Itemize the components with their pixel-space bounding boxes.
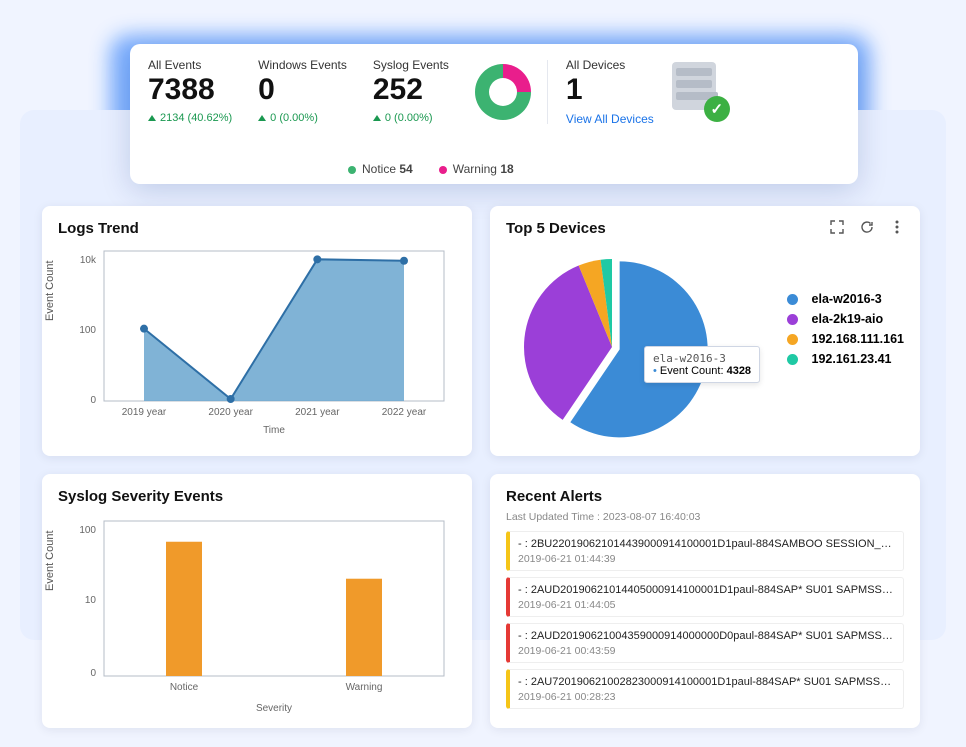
svg-text:Severity: Severity — [256, 703, 292, 714]
stat-value: 252 — [373, 74, 449, 106]
refresh-icon[interactable] — [858, 218, 876, 236]
svg-text:100: 100 — [79, 325, 96, 336]
alert-item[interactable]: - : 2AU720190621002823000914100001D1paul… — [506, 669, 904, 709]
svg-text:Warning: Warning — [346, 682, 383, 693]
stat-delta: 0 (0.00%) — [373, 112, 449, 124]
stat-windows-events[interactable]: Windows Events 0 0 (0.00%) — [258, 58, 373, 126]
top-devices-card: Top 5 Devices ela-w2016-3ela-2k19-aio192… — [490, 206, 920, 456]
expand-icon[interactable] — [828, 218, 846, 236]
syslog-severity-chart[interactable]: 100 10 0 Notice Warning Severity — [58, 511, 456, 721]
alert-item[interactable]: - : 2AUD20190621004359000914000000D0paul… — [506, 623, 904, 663]
logs-trend-card: Logs Trend Event Count 10k 100 0 2019 ye… — [42, 206, 472, 456]
card-title: Logs Trend — [58, 220, 456, 237]
summary-card: All Events 7388 2134 (40.62%) Windows Ev… — [130, 44, 858, 184]
svg-text:2022 year: 2022 year — [382, 407, 427, 418]
donut-legend: Notice 54 Warning 18 — [148, 162, 840, 176]
svg-text:2020 year: 2020 year — [208, 407, 253, 418]
pie-tooltip: ela-w2016-3 • Event Count: 4328 — [644, 346, 760, 383]
last-updated: Last Updated Time : 2023-08-07 16:40:03 — [506, 511, 904, 523]
svg-text:2019 year: 2019 year — [122, 407, 167, 418]
stat-label: All Events — [148, 58, 232, 72]
legend-item[interactable]: ela-2k19-aio — [787, 312, 904, 326]
svg-text:10: 10 — [85, 595, 97, 606]
view-all-devices-link[interactable]: View All Devices — [566, 112, 654, 126]
stat-all-events[interactable]: All Events 7388 2134 (40.62%) — [148, 58, 258, 126]
stat-label: All Devices — [566, 58, 654, 72]
card-title: Syslog Severity Events — [58, 488, 456, 505]
stat-label: Windows Events — [258, 58, 347, 72]
alert-item[interactable]: - : 2AUD20190621014405000914100001D1paul… — [506, 577, 904, 617]
svg-text:Time: Time — [263, 425, 285, 436]
stat-value: 1 — [566, 74, 654, 106]
card-title: Recent Alerts — [506, 488, 904, 505]
stat-delta: 2134 (40.62%) — [148, 112, 232, 124]
legend-item[interactable]: 192.161.23.41 — [787, 352, 904, 366]
logs-trend-chart[interactable]: 10k 100 0 2019 year 2020 year 2021 year 202… — [58, 243, 456, 443]
pie-legend: ela-w2016-3 ela-2k19-aio 192.168.111.161 19… — [787, 286, 904, 372]
legend-item[interactable]: 192.168.111.161 — [787, 332, 904, 346]
y-axis-label: Event Count — [44, 260, 56, 321]
stat-value: 0 — [258, 74, 347, 106]
svg-text:0: 0 — [90, 668, 96, 679]
svg-text:100: 100 — [79, 525, 96, 536]
legend-item[interactable]: ela-w2016-3 — [787, 292, 904, 306]
stat-label: Syslog Events — [373, 58, 449, 72]
recent-alerts-card: Recent Alerts Last Updated Time : 2023-0… — [490, 474, 920, 728]
check-icon: ✓ — [704, 96, 730, 122]
y-axis-label: Event Count — [44, 530, 56, 591]
server-icon: ✓ — [668, 58, 726, 118]
svg-text:0: 0 — [90, 395, 96, 406]
svg-text:Notice: Notice — [170, 682, 199, 693]
stat-all-devices: All Devices 1 View All Devices — [566, 58, 668, 126]
syslog-severity-card: Syslog Severity Events Event Count 100 1… — [42, 474, 472, 728]
svg-text:10k: 10k — [80, 255, 97, 266]
alert-item[interactable]: - : 2BU220190621014439000914100001D1paul… — [506, 531, 904, 571]
svg-text:2021 year: 2021 year — [295, 407, 340, 418]
more-icon[interactable] — [888, 218, 906, 236]
stat-syslog-events[interactable]: Syslog Events 252 0 (0.00%) — [373, 58, 475, 126]
stat-value: 7388 — [148, 74, 232, 106]
stat-delta: 0 (0.00%) — [258, 112, 347, 124]
donut-chart — [475, 64, 531, 120]
